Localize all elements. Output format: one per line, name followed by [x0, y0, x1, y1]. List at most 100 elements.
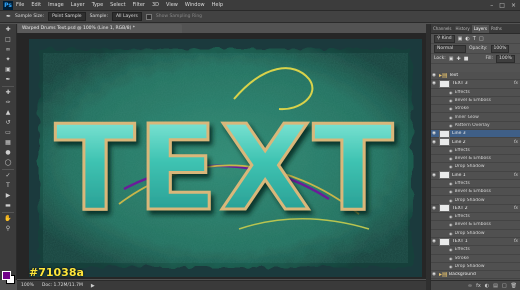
- fill-input[interactable]: 100%: [495, 54, 515, 63]
- gradient-tool-icon[interactable]: ▦: [3, 139, 13, 147]
- layer-group-row[interactable]: ◉ ▸▤ Background: [431, 271, 520, 280]
- effect-eye-icon[interactable]: ◉: [449, 247, 453, 252]
- eyedropper-icon[interactable]: ✒: [3, 76, 13, 84]
- delete-layer-icon[interactable]: 🗑: [511, 283, 517, 289]
- layer-fx-badge[interactable]: fx: [514, 140, 518, 145]
- layer-row[interactable]: ◉ TEXT 2 fx: [431, 204, 520, 214]
- effect-eye-icon[interactable]: ◉: [449, 98, 453, 103]
- hand-tool-icon[interactable]: ✋: [3, 215, 13, 223]
- lasso-tool-icon[interactable]: ∞: [3, 46, 13, 54]
- marquee-tool-icon[interactable]: □: [3, 36, 13, 44]
- document-tab[interactable]: Warped Drums Text.psd @ 100% (Line 1, RG…: [18, 24, 182, 33]
- effect-eye-icon[interactable]: ◉: [449, 156, 453, 161]
- effect-eye-icon[interactable]: ◉: [449, 189, 453, 194]
- dodge-tool-icon[interactable]: ◯: [3, 159, 13, 167]
- menu-layer[interactable]: Layer: [71, 2, 85, 8]
- menu-help[interactable]: Help: [212, 2, 223, 8]
- zoom-tool-icon[interactable]: ⚲: [3, 225, 13, 233]
- menu-type[interactable]: Type: [92, 2, 103, 8]
- visibility-eye-icon[interactable]: ◉: [431, 272, 437, 277]
- effect-eye-icon[interactable]: ◉: [449, 231, 453, 236]
- layer-effect-row[interactable]: ◉ Bevel & Emboss: [431, 155, 520, 164]
- status-menu-arrow-icon[interactable]: ▶: [91, 283, 95, 289]
- move-tool-icon[interactable]: ✚: [3, 26, 13, 34]
- layer-effect-row[interactable]: ◉ Inner Glow: [431, 113, 520, 122]
- brush-tool-icon[interactable]: ✑: [3, 99, 13, 107]
- new-layer-icon[interactable]: □: [502, 283, 507, 289]
- close-icon[interactable]: ×: [511, 2, 516, 9]
- effect-eye-icon[interactable]: ◉: [449, 181, 453, 186]
- quick-select-tool-icon[interactable]: ✦: [3, 56, 13, 64]
- add-mask-icon[interactable]: ◐: [485, 283, 489, 289]
- layer-row[interactable]: ◉ TEXT 1 fx: [431, 237, 520, 247]
- menu-image[interactable]: Image: [48, 2, 64, 8]
- layer-fx-badge[interactable]: fx: [514, 239, 518, 244]
- tab-paths[interactable]: Paths: [489, 25, 504, 33]
- effect-eye-icon[interactable]: ◉: [449, 148, 453, 153]
- visibility-eye-icon[interactable]: ◉: [431, 173, 437, 178]
- clone-stamp-icon[interactable]: ▲: [3, 109, 13, 117]
- pen-tool-icon[interactable]: ✓: [3, 172, 13, 180]
- effect-eye-icon[interactable]: ◉: [449, 123, 453, 128]
- maximize-icon[interactable]: □: [499, 2, 505, 9]
- effect-eye-icon[interactable]: ◉: [449, 115, 453, 120]
- effect-eye-icon[interactable]: ◉: [449, 164, 453, 169]
- visibility-eye-icon[interactable]: ◉: [431, 131, 437, 136]
- canvas-artwork[interactable]: TEXT: [29, 39, 422, 277]
- effect-eye-icon[interactable]: ◉: [449, 256, 453, 261]
- healing-brush-icon[interactable]: ✚: [3, 89, 13, 97]
- menu-window[interactable]: Window: [185, 2, 205, 8]
- layer-fx-badge[interactable]: fx: [514, 206, 518, 211]
- lock-pixels-icon[interactable]: ▣: [449, 56, 454, 62]
- zoom-level[interactable]: 100%: [21, 283, 34, 288]
- canvas-area[interactable]: TEXT #71038a: [17, 33, 426, 279]
- visibility-eye-icon[interactable]: ◉: [431, 206, 437, 211]
- layer-effect-row[interactable]: ◉ Effects: [431, 89, 520, 97]
- effect-eye-icon[interactable]: ◉: [449, 90, 453, 95]
- layer-row[interactable]: ◉ Line 1 fx: [431, 171, 520, 180]
- layer-effect-row[interactable]: ◉ Effects: [431, 180, 520, 189]
- link-layers-icon[interactable]: ∞: [468, 283, 472, 289]
- lock-position-icon[interactable]: ✚: [457, 56, 461, 62]
- filter-pixel-icon[interactable]: ▣: [458, 36, 463, 42]
- foreground-color-swatch[interactable]: [2, 271, 11, 280]
- lock-all-icon[interactable]: ■: [464, 56, 469, 62]
- eyedropper-tool-icon[interactable]: ✒: [6, 13, 11, 20]
- filter-adjust-icon[interactable]: ◐: [465, 36, 469, 42]
- eraser-tool-icon[interactable]: ▭: [3, 129, 13, 137]
- effect-eye-icon[interactable]: ◉: [449, 106, 453, 111]
- type-tool-icon[interactable]: T: [3, 182, 13, 190]
- menu-3d[interactable]: 3D: [152, 2, 159, 8]
- layer-effect-row[interactable]: ◉ Stroke: [431, 105, 520, 114]
- layer-row[interactable]: ◉ Line 2 fx: [431, 138, 520, 147]
- visibility-eye-icon[interactable]: ◉: [431, 140, 437, 145]
- layer-effect-row[interactable]: ◉ Effects: [431, 213, 520, 222]
- layer-fx-badge[interactable]: fx: [514, 81, 518, 86]
- effect-eye-icon[interactable]: ◉: [449, 222, 453, 227]
- kind-filter-select[interactable]: ⚲ Kind: [434, 34, 455, 43]
- layer-row[interactable]: ◉ TEXT 3 fx: [431, 79, 520, 89]
- layer-effect-row[interactable]: ◉ Bevel & Emboss: [431, 221, 520, 230]
- filter-type-icon[interactable]: T: [473, 36, 476, 42]
- history-brush-icon[interactable]: ↺: [3, 119, 13, 127]
- menu-filter[interactable]: Filter: [133, 2, 145, 8]
- layer-effect-row[interactable]: ◉ Effects: [431, 147, 520, 155]
- visibility-eye-icon[interactable]: ◉: [431, 239, 437, 244]
- tab-layers[interactable]: Layers: [471, 25, 489, 33]
- crop-tool-icon[interactable]: ▣: [3, 66, 13, 74]
- menu-view[interactable]: View: [166, 2, 178, 8]
- visibility-eye-icon[interactable]: ◉: [431, 81, 437, 86]
- shape-tool-icon[interactable]: ▬: [3, 202, 13, 210]
- effect-eye-icon[interactable]: ◉: [449, 264, 453, 269]
- filter-shape-icon[interactable]: □: [479, 36, 484, 42]
- blend-mode-select[interactable]: Normal: [434, 44, 466, 53]
- sample-size-select[interactable]: Point Sample: [48, 12, 86, 21]
- add-style-icon[interactable]: fx: [476, 283, 481, 289]
- blur-tool-icon[interactable]: ●: [3, 149, 13, 157]
- path-select-icon[interactable]: ▶: [3, 192, 13, 200]
- new-group-icon[interactable]: ▤: [493, 283, 498, 289]
- sample-select[interactable]: All Layers: [111, 12, 142, 21]
- opacity-input[interactable]: 100%: [490, 44, 510, 53]
- menu-edit[interactable]: Edit: [31, 2, 41, 8]
- tab-history[interactable]: History: [454, 25, 472, 33]
